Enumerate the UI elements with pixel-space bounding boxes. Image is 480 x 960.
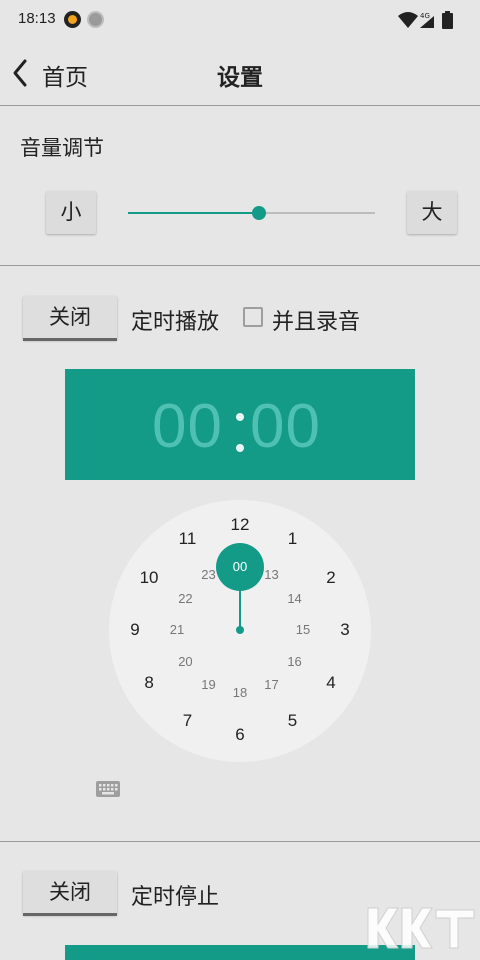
clock-hour-23[interactable]: 23 [192, 563, 226, 587]
clock-hour-20[interactable]: 20 [168, 650, 202, 674]
slider-thumb[interactable] [251, 206, 266, 220]
wifi-icon [398, 12, 418, 28]
timer-stop-label: 定时停止 [131, 885, 220, 910]
clock-hour-2[interactable]: 2 [314, 566, 348, 590]
timer-play-label: 定时播放 [131, 310, 220, 335]
clock-hour-8[interactable]: 8 [132, 671, 166, 695]
clock-hour-18[interactable]: 18 [223, 681, 257, 705]
page-title: 设置 [217, 65, 263, 91]
record-label[interactable]: 并且录音 [272, 304, 360, 336]
battery-icon [442, 11, 453, 29]
clock-hour-12[interactable]: 12 [223, 513, 257, 537]
volume-section-title: 音量调节 [20, 136, 104, 160]
status-bar: 18:13 4G [0, 0, 480, 40]
time-picker-header: 00 00 [65, 369, 415, 480]
status-icons: 4G [398, 11, 453, 29]
slider-fill [128, 212, 259, 214]
notification-app-icon-2 [87, 11, 104, 28]
clock-hour-21[interactable]: 21 [160, 618, 194, 642]
timer-play-toggle-button[interactable]: 关闭 [23, 296, 117, 341]
volume-down-button[interactable]: 小 [46, 191, 96, 234]
volume-up-button[interactable]: 大 [407, 191, 457, 234]
clock-hour-10[interactable]: 10 [132, 566, 166, 590]
clock-hour-11[interactable]: 11 [171, 527, 205, 551]
clock-hour-9[interactable]: 9 [118, 618, 152, 642]
record-checkbox[interactable] [243, 307, 263, 327]
clock-hour-5[interactable]: 5 [276, 709, 310, 733]
clock-hour-4[interactable]: 4 [314, 671, 348, 695]
volume-slider[interactable] [128, 203, 375, 223]
watermark-logo [367, 907, 475, 949]
clock-hour-19[interactable]: 19 [192, 673, 226, 697]
toolbar: 首页 设置 [0, 40, 480, 105]
status-time: 18:13 [18, 10, 56, 27]
clock-hour-15[interactable]: 15 [286, 618, 320, 642]
time-separator [235, 369, 245, 452]
clock-hour-6[interactable]: 6 [223, 723, 257, 747]
clock-hour-14[interactable]: 14 [278, 587, 312, 611]
toolbar-divider [0, 105, 480, 106]
clock-hour-17[interactable]: 17 [255, 673, 289, 697]
timer-stop-time-header [65, 945, 415, 960]
clock-hand [239, 587, 241, 630]
notification-app-icon [64, 11, 81, 28]
time-hours[interactable]: 00 [152, 391, 223, 462]
signal-icon: 4G [420, 12, 434, 28]
keyboard-icon[interactable] [96, 781, 120, 797]
timer-divider [0, 841, 480, 842]
svg-text:4G: 4G [420, 12, 430, 20]
timer-stop-toggle-button[interactable]: 关闭 [23, 871, 117, 916]
clock-hour-16[interactable]: 16 [278, 650, 312, 674]
volume-divider [0, 265, 480, 266]
clock-hour-13[interactable]: 13 [255, 563, 289, 587]
clock-hour-1[interactable]: 1 [276, 527, 310, 551]
clock-center-dot [236, 626, 244, 634]
clock-hour-3[interactable]: 3 [328, 618, 362, 642]
time-minutes[interactable]: 00 [250, 391, 321, 462]
clock-hour-22[interactable]: 22 [168, 587, 202, 611]
clock-hour-7[interactable]: 7 [171, 709, 205, 733]
